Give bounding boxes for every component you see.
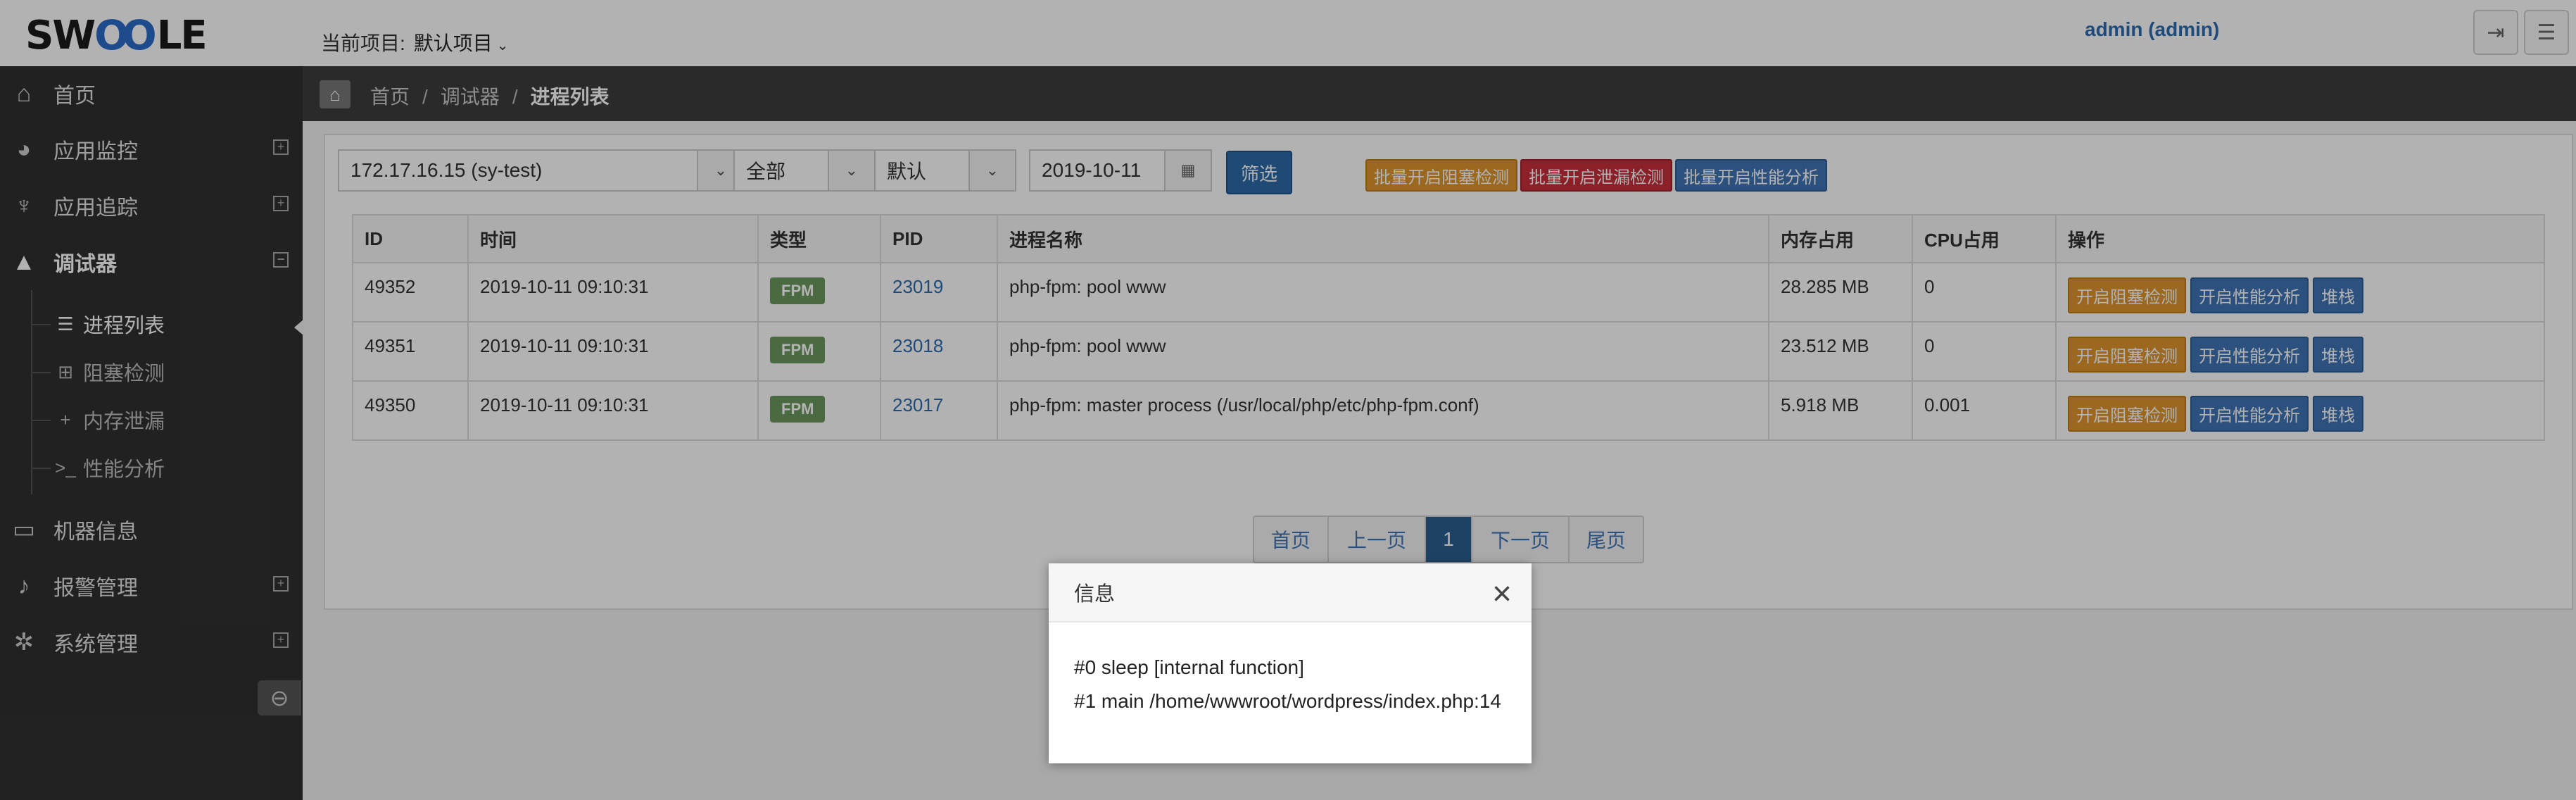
dialog-title: 信息 (1074, 583, 1116, 606)
dialog-body: #0 sleep [internal function] #1 main /ho… (1049, 623, 1532, 718)
stack-line: #1 main /home/wwwroot/wordpress/index.ph… (1074, 690, 1501, 712)
dialog-header: 信息 × (1049, 563, 1532, 623)
close-icon[interactable]: × (1492, 575, 1512, 613)
stack-line: #0 sleep [internal function] (1074, 656, 1304, 678)
info-dialog: 信息 × #0 sleep [internal function] #1 mai… (1049, 563, 1532, 763)
